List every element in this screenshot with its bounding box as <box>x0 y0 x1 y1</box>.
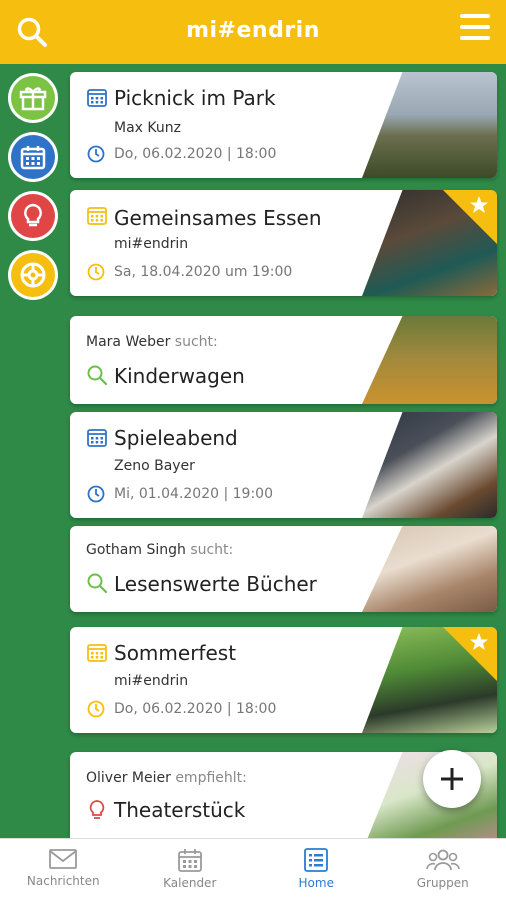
clock-icon <box>86 699 108 721</box>
nav-item-nachrichten[interactable]: Nachrichten <box>0 839 127 900</box>
lightbulb-icon <box>11 194 55 238</box>
app-title: mi#endrin <box>186 18 320 43</box>
search-card-kinderwagen[interactable]: Mara Weber sucht: Kinderwagen <box>70 316 497 404</box>
category-calendar-button[interactable] <box>8 132 58 182</box>
event-date: Sa, 18.04.2020 um 19:00 <box>114 264 293 280</box>
calendar-icon <box>177 849 202 872</box>
search-title: Kinderwagen <box>114 364 245 388</box>
nav-item-kalender[interactable]: Kalender <box>127 839 254 900</box>
event-organizer: Zeno Bayer <box>114 458 195 474</box>
category-idea-button[interactable] <box>8 191 58 241</box>
clock-icon <box>86 262 108 284</box>
family-walk-photo <box>362 316 497 404</box>
calendar-icon <box>11 135 55 179</box>
envelope-icon <box>49 849 78 869</box>
calendar-icon <box>86 204 108 226</box>
gift-icon <box>11 76 55 120</box>
request-author: Mara Weber sucht: <box>86 334 218 350</box>
event-card-picknick[interactable]: Picknick im Park Max Kunz Do, 06.02.2020… <box>70 72 497 178</box>
magnifier-icon <box>86 364 108 386</box>
nav-label: Gruppen <box>416 876 469 890</box>
calendar-icon <box>86 426 108 448</box>
event-date: Mi, 01.04.2020 | 19:00 <box>114 486 273 502</box>
event-date: Do, 06.02.2020 | 18:00 <box>114 146 277 162</box>
nav-label: Home <box>298 876 334 890</box>
star-badge-icon <box>443 190 497 244</box>
book-photo <box>362 526 497 612</box>
star-badge-icon <box>443 627 497 681</box>
nav-label: Nachrichten <box>26 874 100 888</box>
clock-icon <box>86 484 108 506</box>
event-card-spieleabend[interactable]: Spieleabend Zeno Bayer Mi, 01.04.2020 | … <box>70 412 497 518</box>
bottom-navigation: Nachrichten Kalender Home Gruppen <box>0 838 506 900</box>
calendar-icon <box>86 641 108 663</box>
category-gift-button[interactable] <box>8 73 58 123</box>
event-title: Sommerfest <box>114 641 237 665</box>
city-park-photo <box>362 72 497 178</box>
search-title: Lesenswerte Bücher <box>114 572 317 596</box>
recommend-title: Theaterstück <box>114 798 246 822</box>
app-header: mi#endrin <box>0 0 506 64</box>
event-organizer: mi#endrin <box>114 673 189 689</box>
event-organizer: mi#endrin <box>114 236 189 252</box>
nav-label: Kalender <box>163 876 217 890</box>
request-author: Gotham Singh sucht: <box>86 542 234 558</box>
event-title: Picknick im Park <box>114 86 276 110</box>
hamburger-menu-icon[interactable] <box>460 14 490 42</box>
add-button[interactable] <box>423 750 481 808</box>
clock-icon <box>86 144 108 166</box>
event-organizer: Max Kunz <box>114 120 181 136</box>
nav-item-gruppen[interactable]: Gruppen <box>380 839 506 900</box>
group-icon <box>425 849 460 871</box>
search-card-buecher[interactable]: Gotham Singh sucht: Lesenswerte Bücher <box>70 526 497 612</box>
recommend-author: Oliver Meier empfiehlt: <box>86 770 247 786</box>
magnifier-icon <box>86 572 108 594</box>
calendar-icon <box>86 86 108 108</box>
chess-photo <box>362 412 497 518</box>
home-list-icon <box>304 848 329 872</box>
lightbulb-icon <box>86 799 108 821</box>
event-title: Gemeinsames Essen <box>114 206 322 230</box>
nav-item-home[interactable]: Home <box>253 839 380 900</box>
event-card-essen[interactable]: Gemeinsames Essen mi#endrin Sa, 18.04.20… <box>70 190 497 296</box>
event-card-sommerfest[interactable]: Sommerfest mi#endrin Do, 06.02.2020 | 18… <box>70 627 497 733</box>
event-title: Spieleabend <box>114 426 238 450</box>
lifebuoy-icon <box>11 253 55 297</box>
event-date: Do, 06.02.2020 | 18:00 <box>114 701 277 717</box>
category-help-button[interactable] <box>8 250 58 300</box>
plus-icon <box>441 768 463 790</box>
